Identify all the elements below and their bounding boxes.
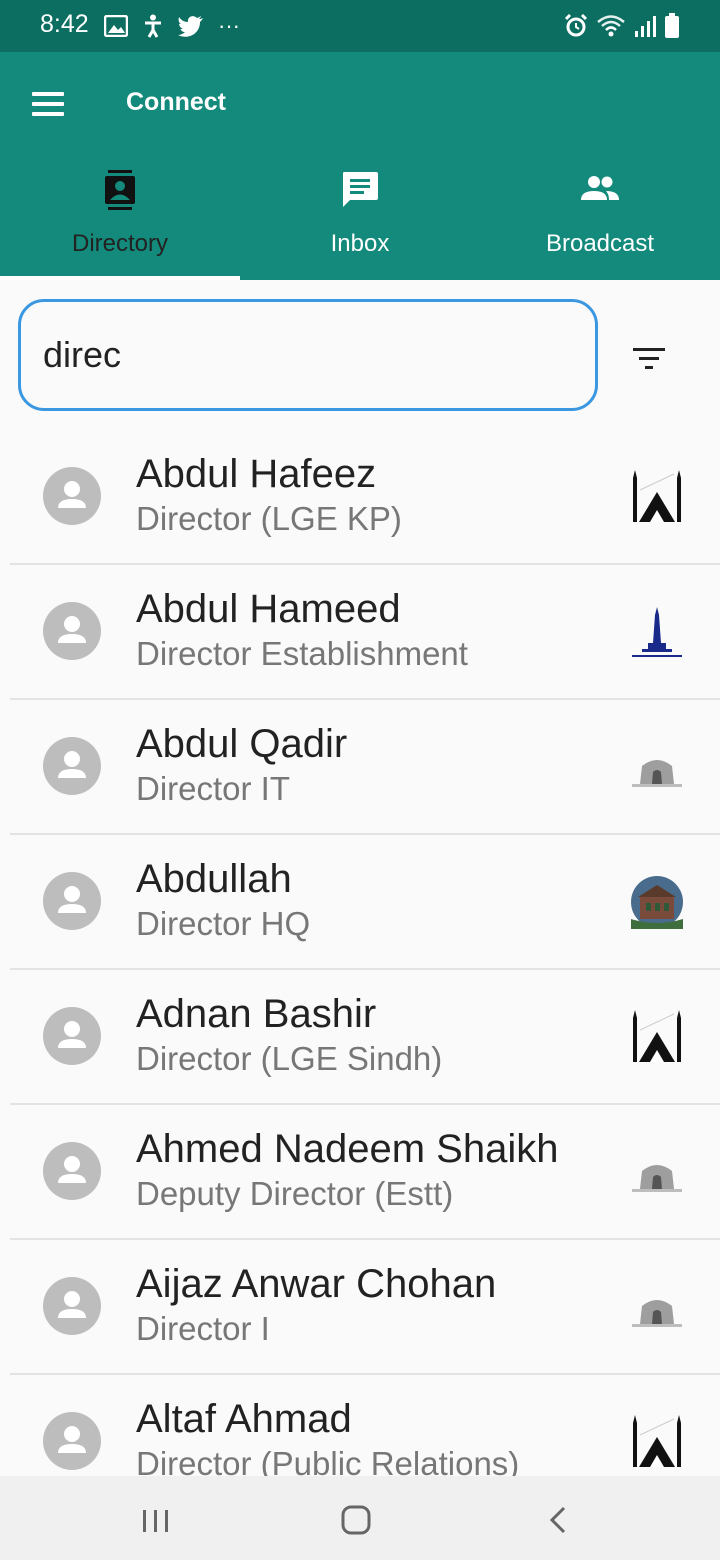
status-time: 8:42 <box>40 10 89 38</box>
avatar <box>43 1142 101 1200</box>
avatar <box>43 737 101 795</box>
app-title: Connect <box>126 88 226 116</box>
battery-icon <box>665 13 679 38</box>
twitter-icon <box>178 16 203 37</box>
app-bar: Connect Directory Inbox Broadcast <box>0 52 720 280</box>
search-box[interactable] <box>18 299 598 411</box>
list-item[interactable]: Abdullah Director HQ <box>0 835 720 970</box>
mausoleum-logo-icon <box>632 1165 682 1192</box>
avatar <box>43 1277 101 1335</box>
list-item[interactable]: Altaf Ahmad Director (Public Relations) <box>0 1375 720 1476</box>
tab-inbox[interactable]: Inbox <box>240 160 480 280</box>
status-bar: 8:42 ··· <box>0 0 720 52</box>
person-icon <box>58 1426 86 1453</box>
list-item[interactable]: Abdul Qadir Director IT <box>0 700 720 835</box>
contact-name: Altaf Ahmad <box>136 1397 352 1441</box>
contact-title: Deputy Director (Estt) <box>136 1175 454 1212</box>
contact-name: Abdul Hameed <box>136 587 401 631</box>
tab-label: Inbox <box>330 230 390 257</box>
list-item[interactable]: Aijaz Anwar Chohan Director I <box>0 1240 720 1375</box>
recent-apps-icon[interactable] <box>96 1476 216 1560</box>
contact-title: Director Establishment <box>136 635 468 672</box>
tab-label: Broadcast <box>545 230 655 257</box>
list-item[interactable]: Ahmed Nadeem Shaikh Deputy Director (Est… <box>0 1105 720 1240</box>
building-photo-logo-icon <box>631 876 683 929</box>
list-item[interactable]: Abdul Hameed Director Establishment <box>0 565 720 700</box>
signal-icon <box>635 16 656 37</box>
avatar <box>43 872 101 930</box>
contact-name: Adnan Bashir <box>136 992 377 1036</box>
group-icon <box>581 176 619 200</box>
contact-name: Abdul Hafeez <box>136 452 377 496</box>
gallery-icon <box>104 15 128 37</box>
person-icon <box>58 616 86 643</box>
contact-title: Director (Public Relations) <box>136 1445 520 1476</box>
person-icon <box>58 1291 86 1318</box>
menu-icon[interactable] <box>30 90 70 118</box>
mosque-logo-icon <box>633 470 681 522</box>
person-icon <box>58 1021 86 1048</box>
contact-title: Director (LGE Sindh) <box>136 1040 443 1077</box>
mausoleum-logo-icon <box>632 1300 682 1327</box>
contact-title: Director I <box>136 1310 270 1347</box>
contact-list: Abdul Hafeez Director (LGE KP) Abdul Ham… <box>0 430 720 1476</box>
message-icon <box>343 172 378 207</box>
avatar <box>43 1007 101 1065</box>
search-input[interactable] <box>41 326 585 384</box>
contact-name: Ahmed Nadeem Shaikh <box>136 1127 559 1171</box>
wifi-icon <box>597 15 625 37</box>
tab-indicator <box>0 276 240 280</box>
tab-broadcast[interactable]: Broadcast <box>480 160 720 280</box>
person-icon <box>58 1156 86 1183</box>
back-icon[interactable] <box>498 1476 618 1560</box>
contact-name: Aijaz Anwar Chohan <box>136 1262 497 1306</box>
tab-directory[interactable]: Directory <box>0 160 240 280</box>
filter-icon[interactable] <box>626 338 672 378</box>
mausoleum-logo-icon <box>632 760 682 787</box>
tab-label: Directory <box>71 230 168 257</box>
alarm-icon <box>564 14 588 37</box>
person-icon <box>58 481 86 508</box>
person-icon <box>58 751 86 778</box>
avatar <box>43 602 101 660</box>
contact-title: Director HQ <box>136 905 311 942</box>
nav-bar <box>0 1476 720 1560</box>
avatar <box>43 1412 101 1470</box>
contact-name: Abdullah <box>136 857 292 901</box>
minar-logo-icon <box>632 607 682 657</box>
list-item[interactable]: Abdul Hafeez Director (LGE KP) <box>0 430 720 565</box>
contact-title: Director IT <box>136 770 291 807</box>
accessibility-icon <box>145 14 161 38</box>
contact-name: Abdul Qadir <box>136 722 348 766</box>
mosque-logo-icon <box>633 1415 681 1467</box>
mosque-logo-icon <box>633 1010 681 1062</box>
list-item[interactable]: Adnan Bashir Director (LGE Sindh) <box>0 970 720 1105</box>
person-icon <box>58 886 86 913</box>
more-dots-icon: ··· <box>218 13 240 38</box>
contacts-icon <box>105 170 135 210</box>
home-icon[interactable] <box>296 1476 416 1560</box>
avatar <box>43 467 101 525</box>
contact-title: Director (LGE KP) <box>136 500 402 537</box>
